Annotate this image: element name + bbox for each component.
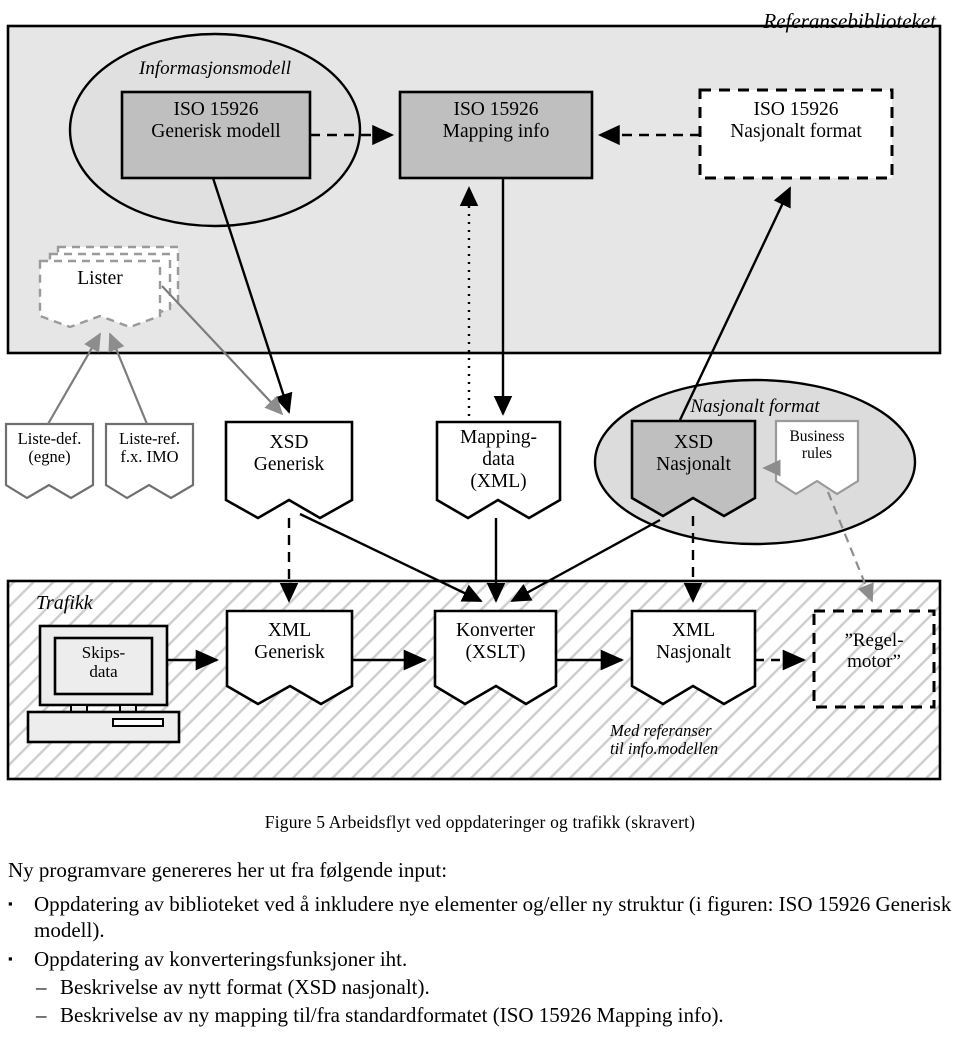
sub-bullet-item-2-text: Beskrivelse av ny mapping til/fra standa… [60,1002,724,1027]
node-iso-nasjonalt-format [698,88,894,180]
body-text: Ny programvare genereres her ut fra følg… [8,858,952,1029]
body-lead: Ny programvare genereres her ut fra følg… [8,858,448,882]
sub-bullet-item-1: – Beskrivelse av nytt format (XSD nasjon… [8,974,952,1000]
dash-marker-icon: – [36,1002,47,1027]
sub-bullet-item-2: – Beskrivelse av ny mapping til/fra stan… [8,1002,952,1028]
bullet-item-1-text: Oppdatering av biblioteket ved å inklude… [34,892,952,943]
figure-workflow-diagram: Mapping info --> Mapping info --> Mappin… [0,0,960,790]
node-lister [38,245,180,329]
bullet-marker-icon: ▪ [8,950,13,966]
node-mapping-data [435,420,562,520]
node-xsd-generisk [224,420,354,520]
bullet-item-2: ▪ Oppdatering av konverteringsfunksjoner… [8,946,952,972]
bullet-item-1: ▪ Oppdatering av biblioteket ved å inklu… [8,891,952,944]
bullet-item-2-text: Oppdatering av konverteringsfunksjoner i… [34,946,408,971]
figure-caption: Figure 5 Arbeidsflyt ved oppdateringer o… [264,812,696,832]
dash-marker-icon: – [36,975,47,1000]
node-iso-mapping-info [398,90,594,180]
sub-bullet-item-1-text: Beskrivelse av nytt format (XSD nasjonal… [60,975,430,1000]
node-liste-ref [104,422,195,500]
node-iso-generisk-modell [120,90,312,180]
node-skipsdata [26,624,181,744]
node-liste-def [4,422,95,500]
bullet-marker-icon: ▪ [8,896,13,911]
